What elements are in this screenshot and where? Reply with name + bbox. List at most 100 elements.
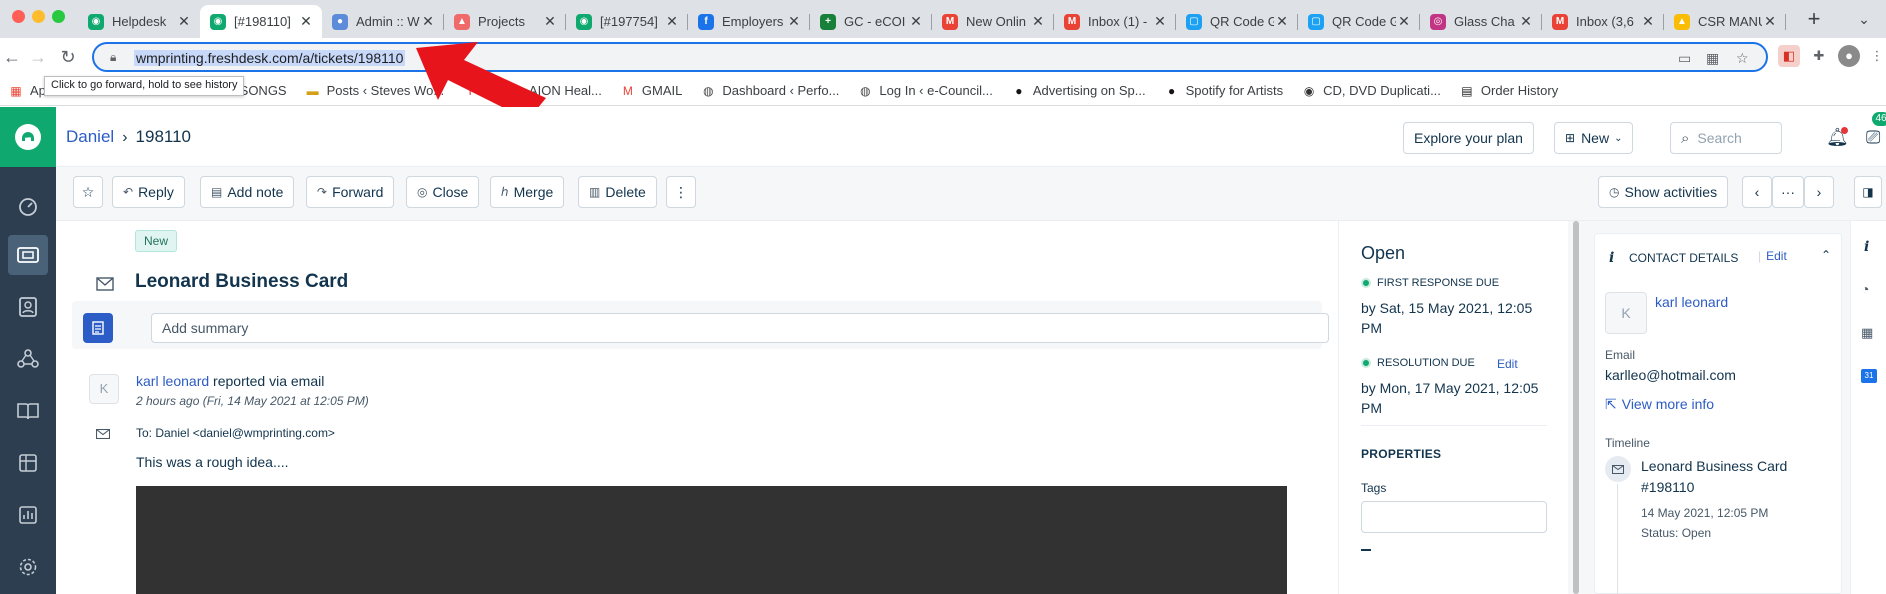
- browser-tab[interactable]: f Employers ✕: [688, 5, 810, 38]
- bookmark-item[interactable]: ◉ CD, DVD Duplicati...: [1301, 83, 1441, 98]
- new-tab-button[interactable]: +: [1800, 5, 1828, 33]
- more-actions-button[interactable]: ⋮: [666, 176, 696, 208]
- reports-icon[interactable]: [8, 495, 48, 535]
- lock-icon[interactable]: 🔒︎: [110, 50, 116, 65]
- star-icon[interactable]: ☆: [73, 176, 103, 208]
- browser-tab[interactable]: + GC - eCOI ✕: [810, 5, 932, 38]
- bookmark-star-icon[interactable]: ☆: [1736, 50, 1749, 67]
- qr-code-icon[interactable]: ▦: [1706, 50, 1719, 67]
- browser-tab[interactable]: M Inbox (3,6 ✕: [1542, 5, 1664, 38]
- tab-close-icon[interactable]: ✕: [1396, 13, 1412, 30]
- bookmark-item[interactable]: M GMAIL: [620, 83, 682, 98]
- properties-scrollbar[interactable]: [1568, 221, 1584, 594]
- browser-tab[interactable]: M Inbox (1) - ✕: [1054, 5, 1176, 38]
- info-panel-icon[interactable]: i: [1864, 239, 1869, 255]
- ticket-list-button[interactable]: ···: [1772, 176, 1804, 208]
- tab-close-icon[interactable]: ✕: [786, 13, 802, 30]
- tags-input[interactable]: [1361, 501, 1547, 533]
- tab-close-icon[interactable]: ✕: [1518, 13, 1534, 30]
- browser-tab[interactable]: ▲ Projects ✕: [444, 5, 566, 38]
- google-calendar-icon[interactable]: 31: [1861, 369, 1877, 383]
- back-arrow-icon[interactable]: ←: [0, 45, 24, 69]
- tab-close-icon[interactable]: ✕: [1152, 13, 1168, 30]
- browser-tab[interactable]: ◉ [#197754] ✕: [566, 5, 688, 38]
- scrollbar-thumb[interactable]: [1573, 221, 1579, 594]
- profile-avatar[interactable]: ●: [1838, 45, 1860, 67]
- browser-tab[interactable]: ◉ Helpdesk ✕: [78, 5, 200, 38]
- browser-tab[interactable]: M New Onlin ✕: [932, 5, 1054, 38]
- browser-tab[interactable]: ● Admin :: W ✕: [322, 5, 444, 38]
- admin-gear-icon[interactable]: [8, 547, 48, 587]
- knowledge-base-icon[interactable]: [8, 391, 48, 431]
- chrome-menu-icon[interactable]: ⋮: [1866, 45, 1886, 67]
- timeline-ticket-title[interactable]: Leonard Business Card #198110: [1641, 456, 1817, 498]
- attached-image[interactable]: [136, 486, 1287, 594]
- tab-close-icon[interactable]: ✕: [1274, 13, 1290, 30]
- bookmark-item[interactable]: ◍ Dashboard ‹ Perfo...: [700, 83, 839, 98]
- next-ticket-icon[interactable]: ›: [1804, 176, 1834, 208]
- tab-search-icon[interactable]: ⌄: [1850, 5, 1878, 33]
- add-summary-input[interactable]: Add summary: [151, 313, 1329, 343]
- browser-tab[interactable]: ◎ Glass Cha ✕: [1420, 5, 1542, 38]
- reload-icon[interactable]: ↻: [56, 45, 80, 69]
- search-input[interactable]: ⌕ Search: [1670, 122, 1782, 154]
- tickets-icon[interactable]: [8, 235, 48, 275]
- minimize-window-button[interactable]: [32, 10, 45, 23]
- delete-button[interactable]: ▥ Delete: [578, 176, 657, 208]
- cast-icon[interactable]: ▭: [1678, 50, 1691, 67]
- new-button[interactable]: ⊞ New ⌄: [1554, 122, 1634, 154]
- tab-close-icon[interactable]: ✕: [908, 13, 924, 30]
- freshdesk-logo-icon[interactable]: [0, 107, 56, 167]
- calendar-icon[interactable]: ▦: [1861, 325, 1873, 341]
- gift-icon[interactable]: ⎚: [1866, 127, 1880, 148]
- browser-tab[interactable]: ◉ [#198110] ✕: [200, 5, 322, 38]
- tab-close-icon[interactable]: ✕: [1030, 13, 1046, 30]
- tab-close-icon[interactable]: ✕: [298, 13, 314, 30]
- close-ticket-button[interactable]: ◎ Close: [406, 176, 480, 208]
- tab-close-icon[interactable]: ✕: [176, 13, 192, 30]
- timeline-envelope-icon: [1605, 456, 1631, 482]
- tab-title: Glass Cha: [1454, 14, 1515, 29]
- tab-close-icon[interactable]: ✕: [1762, 13, 1778, 30]
- timer-icon[interactable]: ◔: [1861, 281, 1869, 297]
- view-more-info-link[interactable]: ⇱ View more info: [1605, 396, 1714, 413]
- previous-ticket-icon[interactable]: ‹: [1742, 176, 1772, 208]
- url-text[interactable]: wmprinting.freshdesk.com/a/tickets/19811…: [134, 50, 406, 66]
- forums-icon[interactable]: [8, 443, 48, 483]
- forward-button[interactable]: ↷ Forward: [306, 176, 395, 208]
- reply-button[interactable]: ↶ Reply: [112, 176, 185, 208]
- extensions-puzzle-icon[interactable]: ✚: [1808, 45, 1830, 67]
- tab-close-icon[interactable]: ✕: [420, 13, 436, 30]
- explore-plan-button[interactable]: Explore your plan: [1403, 122, 1534, 154]
- bookmark-item[interactable]: ● Advertising on Sp...: [1011, 83, 1145, 98]
- close-window-button[interactable]: [12, 10, 25, 23]
- contact-edit-link[interactable]: | Edit: [1758, 249, 1787, 263]
- show-activities-button[interactable]: ◷ Show activities: [1598, 176, 1729, 208]
- bookmark-item[interactable]: ◍ Log In ‹ e-Council...: [857, 83, 993, 98]
- merge-button[interactable]: ℎ Merge: [490, 176, 565, 208]
- dashboard-icon[interactable]: [8, 187, 48, 227]
- requester-name-link[interactable]: karl leonard: [136, 373, 209, 389]
- tab-close-icon[interactable]: ✕: [1640, 13, 1656, 30]
- tab-close-icon[interactable]: ✕: [664, 13, 680, 30]
- breadcrumb-parent-link[interactable]: Daniel: [66, 127, 114, 146]
- groups-icon[interactable]: [8, 339, 48, 379]
- resolution-edit-link[interactable]: Edit: [1497, 357, 1518, 371]
- bookmark-item[interactable]: ● Spotify for Artists: [1164, 83, 1283, 98]
- browser-tab[interactable]: ▢ QR Code G ✕: [1176, 5, 1298, 38]
- extension-icon[interactable]: ◧: [1778, 45, 1800, 67]
- bookmark-item[interactable]: ▦ Ap: [8, 83, 46, 98]
- forward-arrow-icon[interactable]: →: [26, 45, 50, 69]
- external-link-icon: ⇱: [1605, 396, 1617, 412]
- zoom-window-button[interactable]: [52, 10, 65, 23]
- address-bar[interactable]: 🔒︎ wmprinting.freshdesk.com/a/tickets/19…: [92, 42, 1768, 72]
- bookmark-item[interactable]: ▤ Order History: [1459, 83, 1558, 98]
- toggle-sidebar-icon[interactable]: ◨: [1854, 176, 1882, 208]
- tab-close-icon[interactable]: ✕: [542, 13, 558, 30]
- browser-tab[interactable]: ▲ CSR MANU ✕: [1664, 5, 1786, 38]
- collapse-chevron-icon[interactable]: ⌃: [1821, 248, 1831, 262]
- contact-name-link[interactable]: karl leonard: [1655, 294, 1728, 310]
- contacts-icon[interactable]: [8, 287, 48, 327]
- add-note-button[interactable]: ▤ Add note: [200, 176, 295, 208]
- browser-tab[interactable]: ▢ QR Code G ✕: [1298, 5, 1420, 38]
